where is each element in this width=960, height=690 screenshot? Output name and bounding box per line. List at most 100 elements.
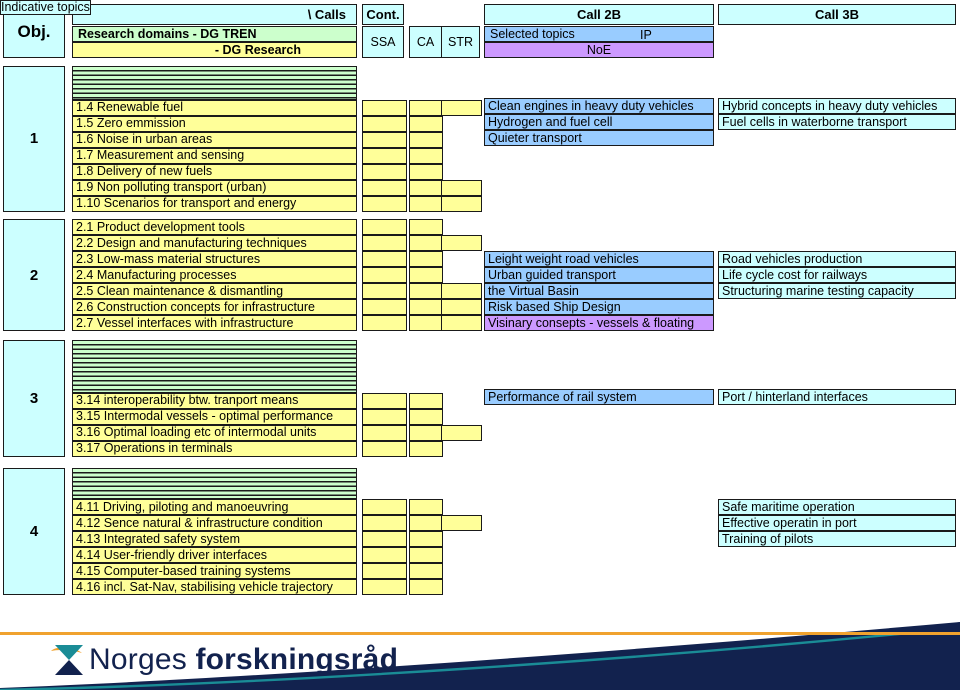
instrument-cell-ca[interactable] <box>409 531 443 548</box>
instrument-cell-ssa[interactable] <box>362 579 407 596</box>
topic-row[interactable]: 4.14 User-friendly driver interfaces <box>72 547 357 564</box>
instrument-cell-ssa[interactable] <box>362 283 407 299</box>
call3b-topic[interactable]: Hybrid concepts in heavy duty vehicles <box>718 98 956 114</box>
topic-row[interactable]: 4.15 Computer-based training systems <box>72 563 357 580</box>
instrument-cell-str[interactable] <box>441 283 482 299</box>
instrument-cell-ssa[interactable] <box>362 499 407 516</box>
call3b-topic[interactable]: Structuring marine testing capacity <box>718 283 956 299</box>
instrument-cell-ssa[interactable] <box>362 115 407 132</box>
instrument-cell-ca[interactable] <box>409 235 443 251</box>
instrument-cell-ssa[interactable] <box>362 131 407 148</box>
instrument-cell-str[interactable] <box>441 515 482 532</box>
call2b-topic[interactable]: Urban guided transport <box>484 267 714 283</box>
instrument-cell-ca[interactable] <box>409 579 443 596</box>
topic-row[interactable]: 3.14 interoperability btw. tranport mean… <box>72 392 357 409</box>
instrument-cell-ca[interactable] <box>409 179 443 196</box>
topic-row[interactable]: 2.4 Manufacturing processes <box>72 267 357 283</box>
call3b-topic[interactable]: Road vehicles production <box>718 251 956 267</box>
topic-row[interactable]: 4.11 Driving, piloting and manoeuvring <box>72 499 357 516</box>
instrument-cell-ssa[interactable] <box>362 563 407 580</box>
topic-row[interactable]: 1.6 Noise in urban areas <box>72 131 357 148</box>
instrument-cell-ssa[interactable] <box>362 531 407 548</box>
topic-row[interactable]: 3.15 Intermodal vessels - optimal perfor… <box>72 408 357 425</box>
instrument-cell-ssa[interactable] <box>362 99 407 116</box>
call2b-topic[interactable]: Leight weight road vehicles <box>484 251 714 267</box>
instrument-cell-ssa[interactable] <box>362 315 407 331</box>
instrument-cell-ca[interactable] <box>409 195 443 212</box>
topic-row[interactable]: 1.8 Delivery of new fuels <box>72 163 357 180</box>
instrument-cell-ca[interactable] <box>409 99 443 116</box>
instrument-cell-ssa[interactable] <box>362 392 407 409</box>
call3b-topic[interactable]: Fuel cells in waterborne transport <box>718 114 956 130</box>
topic-row[interactable]: 4.16 incl. Sat-Nav, stabilising vehicle … <box>72 579 357 596</box>
instrument-cell-ca[interactable] <box>409 163 443 180</box>
instrument-cell-ca[interactable] <box>409 563 443 580</box>
topic-row[interactable]: 2.6 Construction concepts for infrastruc… <box>72 299 357 315</box>
instrument-cell-ca[interactable] <box>409 499 443 516</box>
topic-row[interactable]: 2.2 Design and manufacturing techniques <box>72 235 357 251</box>
call3b-topic[interactable]: Port / hinterland interfaces <box>718 389 956 405</box>
instrument-cell-ca[interactable] <box>409 115 443 132</box>
topic-row[interactable]: 1.9 Non polluting transport (urban) <box>72 179 357 196</box>
topic-row[interactable]: 2.5 Clean maintenance & dismantling <box>72 283 357 299</box>
call2b-topic[interactable]: Clean engines in heavy duty vehicles <box>484 98 714 114</box>
topic-row[interactable]: 3.17 Operations in terminals <box>72 440 357 457</box>
instrument-cell-str[interactable] <box>441 195 482 212</box>
call3b-topic[interactable]: Training of pilots <box>718 531 956 547</box>
instrument-cell-ssa[interactable] <box>362 299 407 315</box>
call3b-topic[interactable]: Life cycle cost for railways <box>718 267 956 283</box>
instrument-cell-ca[interactable] <box>409 392 443 409</box>
call2b-topic[interactable]: Performance of rail system <box>484 389 714 405</box>
topic-row[interactable]: 2.1 Product development tools <box>72 219 357 235</box>
instrument-cell-ssa[interactable] <box>362 251 407 267</box>
topic-row[interactable]: 4.12 Sence natural & infrastructure cond… <box>72 515 357 532</box>
header-research-domains-dgresearch: - DG Research <box>72 42 357 58</box>
instrument-cell-str[interactable] <box>441 315 482 331</box>
instrument-cell-ssa[interactable] <box>362 424 407 441</box>
instrument-cell-str[interactable] <box>441 424 482 441</box>
instrument-cell-ssa[interactable] <box>362 163 407 180</box>
topic-row[interactable]: 3.16 Optimal loading etc of intermodal u… <box>72 424 357 441</box>
instrument-cell-ca[interactable] <box>409 315 443 331</box>
instrument-cell-ca[interactable] <box>409 283 443 299</box>
instrument-cell-ca[interactable] <box>409 547 443 564</box>
instrument-cell-ssa[interactable] <box>362 547 407 564</box>
instrument-cell-ssa[interactable] <box>362 515 407 532</box>
topic-row[interactable]: 1.7 Measurement and sensing <box>72 147 357 164</box>
topic-row[interactable]: 2.7 Vessel interfaces with infrastructur… <box>72 315 357 331</box>
topic-row[interactable]: 1.4 Renewable fuel <box>72 99 357 116</box>
instrument-cell-ca[interactable] <box>409 147 443 164</box>
instrument-cell-ssa[interactable] <box>362 219 407 235</box>
instrument-cell-ca[interactable] <box>409 267 443 283</box>
instrument-cell-ca[interactable] <box>409 515 443 532</box>
instrument-cell-ssa[interactable] <box>362 235 407 251</box>
instrument-cell-str[interactable] <box>441 299 482 315</box>
instrument-cell-ssa[interactable] <box>362 179 407 196</box>
instrument-cell-ca[interactable] <box>409 219 443 235</box>
instrument-cell-str[interactable] <box>441 99 482 116</box>
instrument-cell-ca[interactable] <box>409 424 443 441</box>
instrument-cell-ssa[interactable] <box>362 440 407 457</box>
topic-row[interactable]: 1.5 Zero emmission <box>72 115 357 132</box>
call2b-topic[interactable]: the Virtual Basin <box>484 283 714 299</box>
call3b-topic[interactable]: Safe maritime operation <box>718 499 956 515</box>
call2b-topic[interactable]: Risk based Ship Design <box>484 299 714 315</box>
instrument-cell-ca[interactable] <box>409 251 443 267</box>
call2b-topic[interactable]: Visinary consepts - vessels & floating <box>484 315 714 331</box>
instrument-cell-ca[interactable] <box>409 299 443 315</box>
instrument-cell-ssa[interactable] <box>362 195 407 212</box>
instrument-cell-ca[interactable] <box>409 408 443 425</box>
call2b-topic[interactable]: Hydrogen and fuel cell <box>484 114 714 130</box>
instrument-cell-str[interactable] <box>441 235 482 251</box>
instrument-cell-ca[interactable] <box>409 131 443 148</box>
call3b-topic[interactable]: Effective operatin in port <box>718 515 956 531</box>
call2b-topic[interactable]: Quieter transport <box>484 130 714 146</box>
instrument-cell-ssa[interactable] <box>362 408 407 425</box>
instrument-cell-ssa[interactable] <box>362 147 407 164</box>
instrument-cell-ssa[interactable] <box>362 267 407 283</box>
topic-row[interactable]: 2.3 Low-mass material structures <box>72 251 357 267</box>
topic-row[interactable]: 4.13 Integrated safety system <box>72 531 357 548</box>
topic-row[interactable]: 1.10 Scenarios for transport and energy <box>72 195 357 212</box>
instrument-cell-ca[interactable] <box>409 440 443 457</box>
instrument-cell-str[interactable] <box>441 179 482 196</box>
